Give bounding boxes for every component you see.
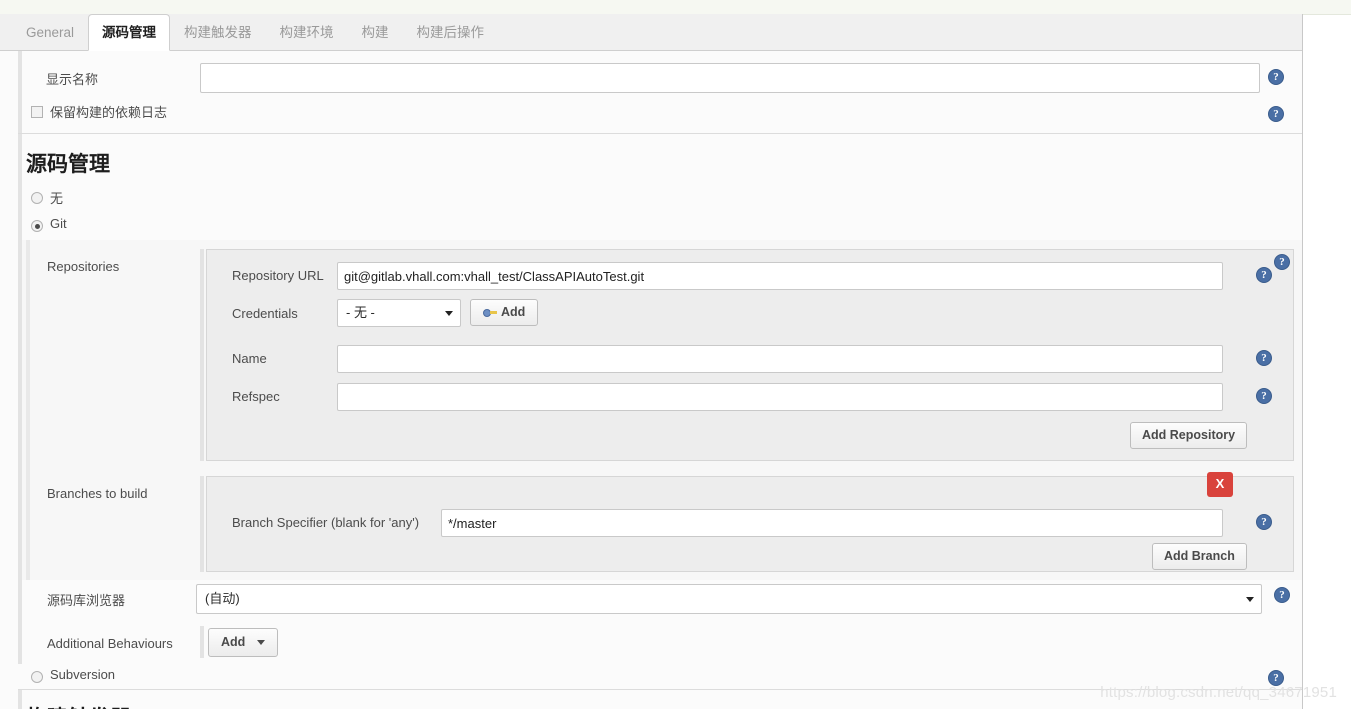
help-icon-keep-dependency-log[interactable]: ? (1268, 106, 1284, 122)
delete-branch-button[interactable]: X (1207, 472, 1233, 497)
screenshot-root: General 源码管理 构建触发器 构建环境 构建 构建后操作 显示名称 ? 保留构建的… (0, 0, 1351, 709)
credentials-select[interactable]: - 无 - (337, 299, 461, 327)
help-icon-repositories[interactable]: ? (1274, 254, 1290, 270)
build-triggers-heading: 构建触发器 (26, 702, 131, 709)
scm-radio-git[interactable] (31, 220, 43, 232)
repositories-panel: Repository URL ? Credentials - 无 - Add (206, 249, 1294, 461)
help-icon-repository-browser[interactable]: ? (1274, 587, 1290, 603)
scm-radio-none[interactable] (31, 192, 43, 204)
scm-section-heading: 源码管理 (26, 153, 110, 176)
nesting-bar-repositories (200, 249, 204, 461)
nesting-bar-outer (18, 51, 22, 133)
nesting-bar-branches (200, 476, 204, 572)
tab-scm[interactable]: 源码管理 (88, 14, 171, 51)
repositories-label: Repositories (47, 259, 120, 274)
name-input[interactable] (337, 345, 1223, 373)
refspec-input[interactable] (337, 383, 1223, 411)
display-name-input[interactable] (200, 63, 1260, 93)
branches-to-build-label: Branches to build (47, 486, 148, 501)
browser-chrome-band (0, 0, 1351, 15)
chevron-down-icon-browser (1246, 597, 1254, 602)
additional-behaviours-add-button[interactable]: Add (208, 628, 278, 657)
git-scm-body: Repositories Repository URL ? Credential… (22, 240, 1302, 658)
tab-build-environment[interactable]: 构建环境 (266, 14, 348, 50)
tab-build-triggers[interactable]: 构建触发器 (170, 14, 266, 50)
help-icon-display-name[interactable]: ? (1268, 69, 1284, 85)
watermark-text: https://blog.csdn.net/qq_34671951 (1100, 684, 1337, 701)
scm-radio-none-label: 无 (50, 191, 64, 206)
key-icon (483, 308, 497, 318)
chevron-down-icon (445, 311, 453, 316)
name-label: Name (232, 351, 267, 366)
repository-url-input[interactable] (337, 262, 1223, 290)
repository-url-label: Repository URL (232, 268, 324, 283)
repository-browser-select[interactable]: (自动) (196, 584, 1262, 614)
add-repository-button[interactable]: Add Repository (1130, 422, 1248, 449)
scm-radio-subversion-label: Subversion (50, 667, 116, 682)
help-icon-repository-url[interactable]: ? (1256, 267, 1272, 283)
keep-dependency-log-label: 保留构建的依赖日志 (50, 105, 168, 120)
scm-radio-subversion[interactable] (31, 671, 43, 683)
tab-general[interactable]: General (12, 14, 88, 50)
help-icon-refspec[interactable]: ? (1256, 388, 1272, 404)
job-config-pane: General 源码管理 构建触发器 构建环境 构建 构建后操作 显示名称 ? 保留构建的… (0, 14, 1303, 709)
config-tab-bar: General 源码管理 构建触发器 构建环境 构建 构建后操作 (0, 14, 1302, 51)
branches-panel: Branch Specifier (blank for 'any') ? X A… (206, 472, 1294, 572)
help-icon-name[interactable]: ? (1256, 350, 1272, 366)
credentials-label: Credentials (232, 306, 298, 321)
keep-dependency-log-checkbox[interactable] (31, 106, 43, 118)
branch-specifier-input[interactable] (441, 509, 1223, 537)
help-icon-branch-specifier[interactable]: ? (1256, 514, 1272, 530)
nesting-bar-behaviours (200, 626, 204, 658)
nesting-bar-git (26, 240, 30, 580)
display-name-label: 显示名称 (46, 72, 99, 87)
add-branch-button[interactable]: Add Branch (1152, 543, 1247, 570)
general-block: 显示名称 ? 保留构建的依赖日志 ? (0, 51, 1302, 133)
credentials-add-button[interactable]: Add (470, 299, 539, 326)
additional-behaviours-label: Additional Behaviours (47, 636, 173, 651)
chevron-down-icon-behaviours (256, 640, 265, 646)
repository-browser-label: 源码库浏览器 (47, 593, 126, 608)
nesting-bar-triggers (18, 690, 22, 709)
tab-post-build[interactable]: 构建后操作 (403, 14, 499, 50)
tab-build[interactable]: 构建 (348, 14, 403, 50)
credentials-add-button-label: Add (501, 305, 526, 319)
additional-behaviours-add-label: Add (221, 635, 246, 649)
branch-specifier-label: Branch Specifier (blank for 'any') (232, 515, 420, 530)
scm-radio-git-label: Git (50, 216, 67, 231)
credentials-select-value: - 无 - (346, 305, 375, 320)
repository-browser-select-value: (自动) (205, 591, 240, 606)
refspec-label: Refspec (232, 389, 280, 404)
scm-section: 源码管理 无 Git Repositories Repository URL ? (0, 134, 1302, 686)
